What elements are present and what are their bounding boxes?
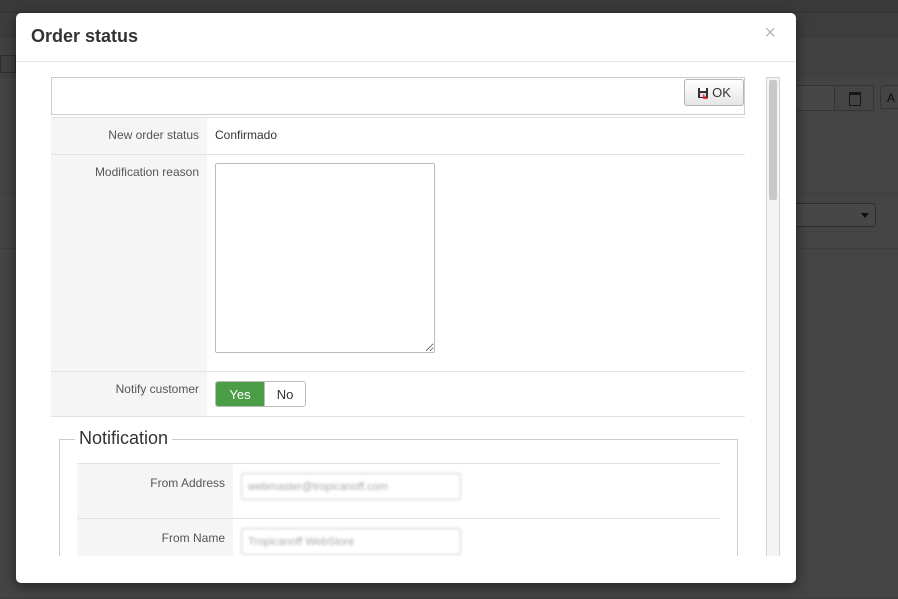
notification-form: From Address From Name <box>77 463 720 556</box>
notification-legend: Notification <box>75 428 173 449</box>
modal-scrollbar[interactable] <box>766 77 780 556</box>
close-icon[interactable]: × <box>764 23 776 43</box>
notify-customer-toggle: Yes No <box>215 381 306 407</box>
from-address-input[interactable] <box>241 473 461 500</box>
modification-reason-textarea[interactable] <box>215 163 435 353</box>
modal-header: Order status × <box>16 13 796 62</box>
modification-reason-label: Modification reason <box>51 155 207 371</box>
form-row-from-name: From Name <box>77 519 720 556</box>
save-icon <box>698 87 709 99</box>
notify-no-button[interactable]: No <box>264 382 305 406</box>
scrollbar-thumb[interactable] <box>769 80 777 200</box>
from-name-label: From Name <box>77 519 233 556</box>
notify-customer-label: Notify customer <box>51 372 207 416</box>
form-row-from-address: From Address <box>77 464 720 519</box>
order-status-modal: Order status × OK New order status Confi… <box>16 13 796 583</box>
new-order-status-value: Confirmado <box>215 128 278 142</box>
modal-title: Order status <box>31 26 139 46</box>
notify-yes-button[interactable]: Yes <box>216 382 264 406</box>
ok-button-label: OK <box>712 85 731 100</box>
new-order-status-label: New order status <box>51 118 207 154</box>
from-address-label: From Address <box>77 464 233 518</box>
form-row-reason: Modification reason <box>51 155 745 372</box>
modal-body: OK New order status Confirmado Modificat… <box>16 62 796 556</box>
toolbar: OK <box>51 77 745 115</box>
form-row-status: New order status Confirmado <box>51 117 745 155</box>
order-status-form: New order status Confirmado Modification… <box>51 117 745 417</box>
ok-button[interactable]: OK <box>684 79 744 106</box>
form-row-notify: Notify customer Yes No <box>51 372 745 417</box>
from-name-input[interactable] <box>241 528 461 555</box>
